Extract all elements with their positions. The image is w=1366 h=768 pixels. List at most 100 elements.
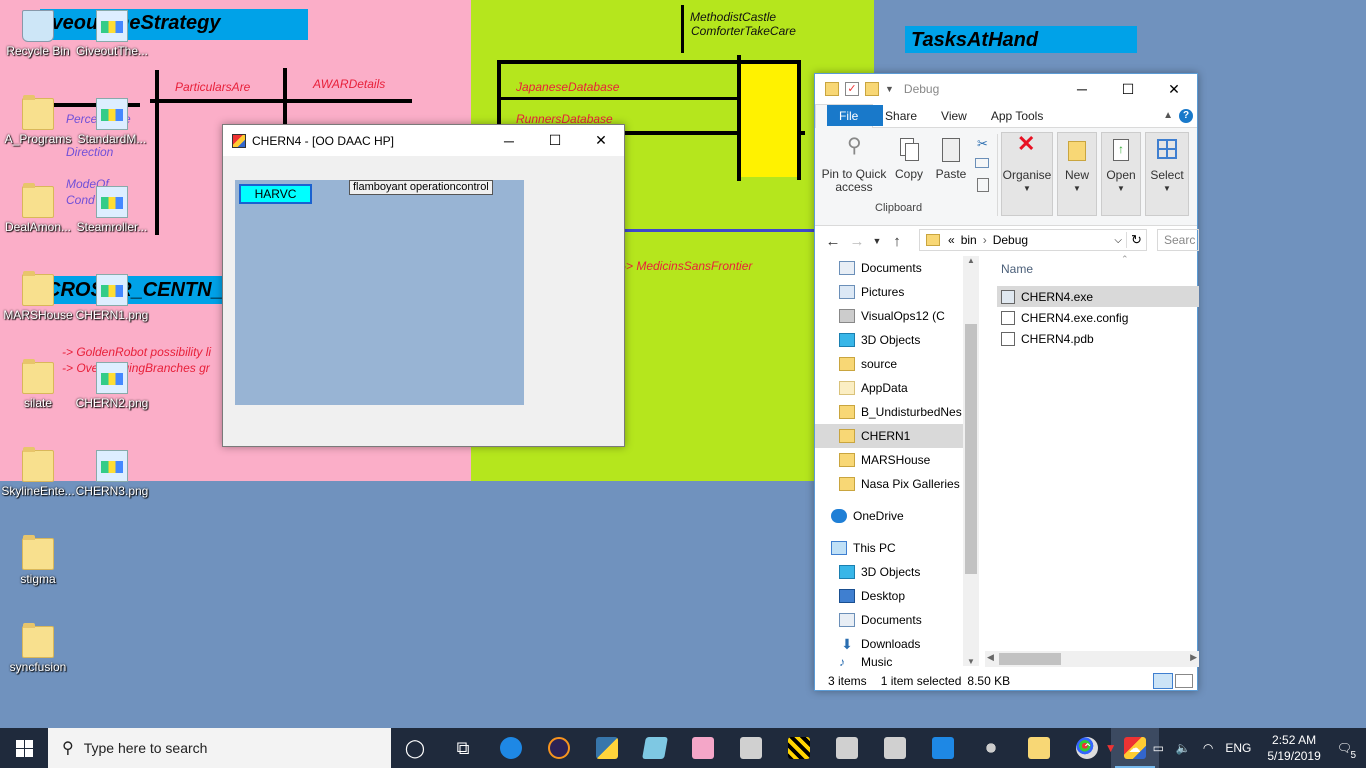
desktop-icon-steamroller[interactable]: Steamroller... (75, 186, 149, 234)
recent-dropdown-icon[interactable]: ▼ (869, 236, 885, 246)
explorer-window[interactable]: ✓ ▼ Debug ─ ☐ ✕ File Home Share View App… (814, 73, 1199, 691)
cut-icon[interactable]: ✂ (977, 136, 988, 152)
refresh-icon[interactable]: ↻ (1126, 232, 1146, 248)
nav-item-documents[interactable]: Documents📌 (839, 256, 979, 280)
desktop-icon-dealamon[interactable]: DealAmon... (1, 183, 75, 234)
desktop-icon-a-programs[interactable]: A_Programs (1, 95, 75, 146)
paste-shortcut-icon[interactable] (977, 178, 989, 192)
app-icon-stripes[interactable] (775, 728, 823, 768)
desktop-icon-chern1[interactable]: CHERN1.png (75, 274, 149, 322)
nav-item-chern1[interactable]: CHERN1 (815, 424, 963, 448)
new-button[interactable]: New ▼ (1057, 132, 1097, 216)
eclipse-icon[interactable] (535, 728, 583, 768)
copy-path-icon[interactable] (975, 158, 989, 168)
paint-icon[interactable] (679, 728, 727, 768)
app-icon-triangle-2[interactable] (823, 728, 871, 768)
python-icon[interactable] (583, 728, 631, 768)
up-icon[interactable]: ↑ (885, 233, 909, 250)
wifi-icon[interactable]: ◠ (1197, 741, 1219, 755)
desktop-icon-marshouse[interactable]: MARSHouse (1, 271, 75, 322)
chern4-titlebar[interactable]: CHERN4 - [OO DAAC HP] ─ ☐ ✕ (223, 125, 624, 156)
back-icon[interactable]: ← (821, 233, 845, 250)
nav-item-desktop[interactable]: Desktop (839, 584, 979, 608)
select-button[interactable]: Select ▼ (1145, 132, 1189, 216)
breadcrumb-debug[interactable]: Debug (993, 233, 1028, 247)
battery-icon[interactable]: ▭ (1147, 741, 1170, 755)
language-indicator[interactable]: ENG (1219, 741, 1257, 755)
tab-file[interactable]: File (827, 105, 883, 126)
file-list-hscrollbar[interactable]: ◀ ▶ (985, 651, 1199, 667)
breadcrumb-overflow[interactable]: « (948, 233, 955, 247)
desktop-icon-silate[interactable]: silate (1, 359, 75, 410)
nav-scroll-thumb[interactable] (965, 324, 977, 574)
nav-item-pictures[interactable]: Pictures📌 (839, 280, 979, 304)
app-icon-triangle-3[interactable] (871, 728, 919, 768)
harvc-button[interactable]: HARVC (239, 184, 312, 204)
nav-item-appdata[interactable]: AppData📌 (839, 376, 979, 400)
close-button[interactable]: ✕ (1151, 74, 1197, 105)
collapse-ribbon-icon[interactable]: ▲ (1163, 110, 1173, 121)
tab-app-tools[interactable]: App Tools (979, 104, 1055, 128)
new-folder-icon[interactable] (865, 82, 879, 96)
scroll-left-icon[interactable]: ◀ (987, 652, 994, 663)
maximize-button[interactable]: ☐ (1105, 74, 1151, 105)
nav-item-pc-documents[interactable]: Documents (839, 608, 979, 632)
nav-item-downloads[interactable]: ⬇ Downloads (839, 632, 979, 656)
close-button[interactable]: ✕ (578, 125, 624, 156)
hscroll-thumb[interactable] (999, 653, 1061, 665)
maximize-button[interactable]: ☐ (532, 125, 578, 156)
search-input[interactable]: Searc (1157, 229, 1199, 251)
properties-icon[interactable]: ✓ (845, 82, 859, 96)
nav-item-b-undisturbed[interactable]: B_UndisturbedNes (839, 400, 979, 424)
large-icons-view-icon[interactable] (1175, 674, 1193, 688)
scroll-down-icon[interactable]: ▼ (963, 657, 979, 666)
notes-icon[interactable] (631, 728, 679, 768)
nav-item-visualops[interactable]: VisualOps12 (C📌 (839, 304, 979, 328)
column-header-name[interactable]: Name (1001, 262, 1033, 276)
taskbar-search[interactable]: ⚲ Type here to search (48, 728, 391, 768)
action-center-icon[interactable]: 🗨 5 (1331, 741, 1358, 761)
nav-item-music[interactable]: ♪ Music (839, 656, 979, 666)
minimize-button[interactable]: ─ (486, 125, 532, 156)
clock[interactable]: 2:52 AM 5/19/2019 (1257, 732, 1330, 764)
copy-button[interactable]: Copy (891, 136, 927, 181)
forward-icon[interactable]: → (845, 233, 869, 250)
desktop-icon-standardm[interactable]: StandardM... (75, 98, 149, 146)
nav-item-this-pc[interactable]: This PC (831, 536, 971, 560)
tray-overflow-icon[interactable]: ⌃ (1077, 741, 1099, 755)
file-item-chern4-pdb[interactable]: CHERN4.pdb (997, 328, 1199, 349)
nav-item-source[interactable]: source📌 (839, 352, 979, 376)
help-icon[interactable]: ? (1179, 108, 1193, 123)
desktop-icon-giveout[interactable]: GiveoutThe... (75, 10, 149, 58)
task-view-icon[interactable]: ⧉ (439, 728, 487, 768)
file-explorer-icon[interactable] (1015, 728, 1063, 768)
scroll-up-icon[interactable]: ▲ (963, 256, 979, 265)
nav-item-pc-3d-objects[interactable]: 3D Objects (839, 560, 979, 584)
search-app-icon[interactable] (919, 728, 967, 768)
chern4-window[interactable]: CHERN4 - [OO DAAC HP] ─ ☐ ✕ HARVC flambo… (222, 124, 625, 447)
desktop-icon-chern3[interactable]: CHERN3.png (75, 450, 149, 498)
pin-quick-access-button[interactable]: ⚲ Pin to Quick access (821, 136, 887, 194)
desktop-icon-recycle-bin[interactable]: Recycle Bin (1, 10, 75, 58)
network-app-icon[interactable] (967, 728, 1015, 768)
nav-item-onedrive[interactable]: OneDrive (831, 504, 971, 528)
vivaldi-icon[interactable]: ▼ (1099, 741, 1123, 755)
desktop-icon-skylineente[interactable]: SkylineEnte... (1, 447, 75, 498)
explorer-titlebar[interactable]: ✓ ▼ Debug ─ ☐ ✕ (815, 74, 1197, 104)
file-item-chern4-config[interactable]: CHERN4.exe.config (997, 307, 1199, 328)
start-button[interactable] (0, 728, 48, 768)
desktop-icon-syncfusion[interactable]: syncfusion (1, 623, 75, 674)
volume-icon[interactable]: 🔈 (1170, 741, 1197, 755)
nav-scrollbar[interactable]: ▲ ▼ (963, 256, 979, 666)
nav-item-nasa-pix[interactable]: Nasa Pix Galleries (839, 472, 979, 496)
minimize-button[interactable]: ─ (1059, 74, 1105, 105)
breadcrumb-bin[interactable]: bin (961, 233, 977, 247)
organise-button[interactable]: ✕ Organise ▼ (1001, 132, 1053, 216)
edge-icon[interactable] (487, 728, 535, 768)
desktop-icon-chern2[interactable]: CHERN2.png (75, 362, 149, 410)
details-view-icon[interactable] (1153, 673, 1173, 689)
address-dropdown-icon[interactable]: ⌵ (1114, 235, 1122, 246)
nav-item-marshouse[interactable]: MARSHouse (839, 448, 979, 472)
onedrive-tray-icon[interactable]: ☁ (1123, 741, 1147, 755)
open-button[interactable]: ↑ Open ▼ (1101, 132, 1141, 216)
